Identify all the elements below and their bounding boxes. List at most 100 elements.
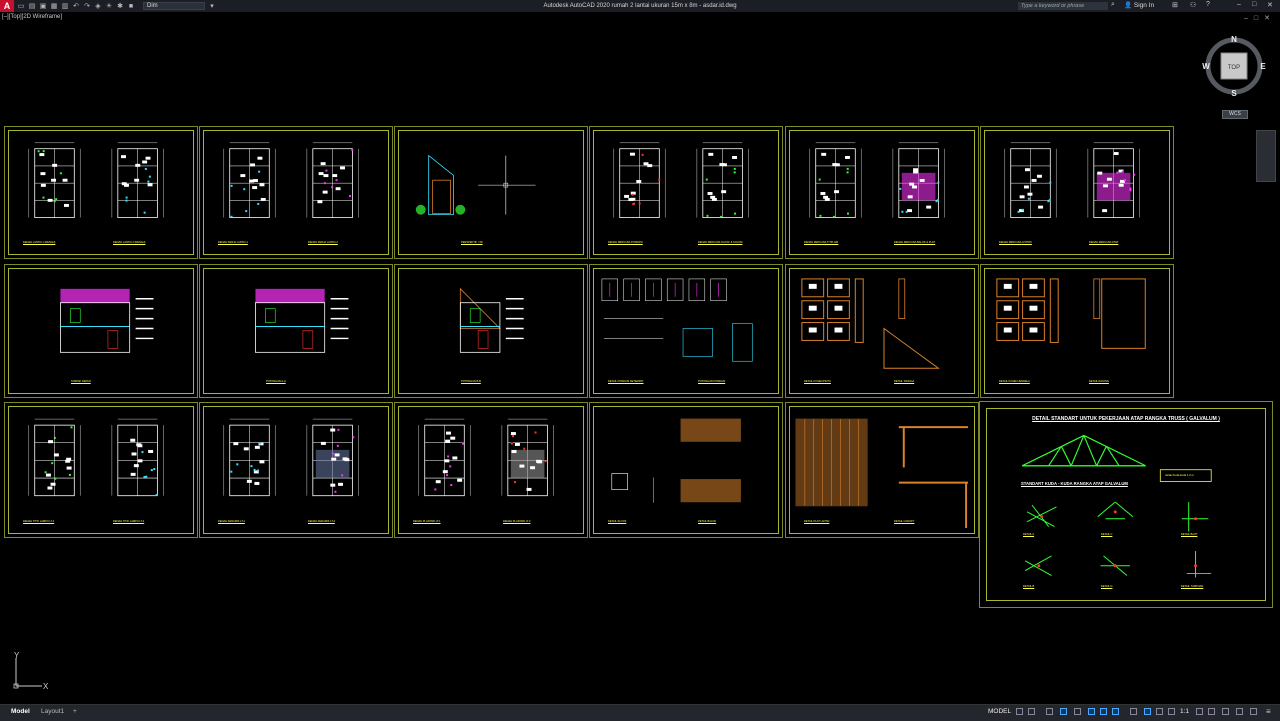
viewcube-face-label[interactable]: TOP <box>1228 65 1240 71</box>
save-as-icon[interactable]: ▦ <box>50 2 58 10</box>
sheet-label: DETAIL PLAT LANTAI <box>804 520 830 523</box>
add-layout-button[interactable]: + <box>70 707 80 716</box>
viewcube[interactable]: TOP N S W E <box>1202 32 1266 96</box>
sheet-label: PERSPEKTIF / 3D <box>461 241 483 244</box>
sheet-drawing <box>223 142 359 218</box>
sheet-frame: DETAIL PONDASI SETEMPAT POTONGAN PONDASI <box>593 268 779 394</box>
open-file-icon[interactable]: ▤ <box>28 2 36 10</box>
quick-properties-icon[interactable] <box>1236 708 1243 715</box>
lineweight-icon[interactable] <box>1112 708 1119 715</box>
app-logo-icon[interactable]: A <box>0 0 14 12</box>
compass-east[interactable]: E <box>1260 62 1266 71</box>
drawing-sheet-s12[interactable]: DETAIL KUSEN JENDELA DETAIL RAILING <box>980 264 1174 398</box>
compass-west[interactable]: W <box>1202 62 1210 71</box>
minimize-icon[interactable]: – <box>1237 1 1241 8</box>
cart-icon[interactable]: ⊞ <box>1172 1 1178 9</box>
compass-north[interactable]: N <box>1231 35 1237 44</box>
drawing-sheet-s1[interactable]: DENAH LANTAI 1 (DENAH) DENAH LANTAI 2 (DE… <box>4 126 198 259</box>
transparency-icon[interactable] <box>1130 708 1137 715</box>
help-icon[interactable]: ? <box>1206 1 1210 8</box>
drawing-sheet-s6[interactable]: DENAH RENCANA LISTRIK DENAH RENCANA ATAP <box>980 126 1174 259</box>
drawing-sheet-s10[interactable]: DETAIL PONDASI SETEMPAT POTONGAN PONDASI <box>589 264 783 398</box>
sheet-truss-detail[interactable]: DETAIL STANDART UNTUK PEKERJAAN ATAP RAN… <box>979 401 1273 608</box>
sheet-label: TAMPAK DEPAN <box>71 380 91 383</box>
new-file-icon[interactable]: ▭ <box>17 2 25 10</box>
plus-icon[interactable] <box>1208 708 1215 715</box>
isodraft-icon[interactable] <box>1074 708 1081 715</box>
workspace-dropdown[interactable]: Dim <box>143 2 205 10</box>
sheet-label: DENAH RENCANA LISTRIK <box>999 241 1032 244</box>
undo-icon[interactable]: ↶ <box>72 2 80 10</box>
sheet-frame: POTONGAN B-B <box>398 268 584 394</box>
sheet-label: POTONGAN B-B <box>461 380 481 383</box>
workspace-switch-icon[interactable] <box>1196 708 1203 715</box>
plot-icon[interactable]: ▥ <box>61 2 69 10</box>
drawing-sheet-s13[interactable]: DENAH TITIK LAMPU LT.1 DENAH TITIK LAMPU … <box>4 402 198 538</box>
chevron-down-icon[interactable]: ▾ <box>208 2 216 10</box>
sign-in-button[interactable]: 👤 Sign In <box>1124 1 1154 9</box>
sheet-frame: POTONGAN A-A <box>203 268 389 394</box>
sheet-frame: DENAH RENCANA LISTRIK DENAH RENCANA ATAP <box>984 130 1170 255</box>
sheet-frame: DETAIL KUSEN JENDELA DETAIL RAILING <box>984 268 1170 394</box>
maximize-icon[interactable]: □ <box>1252 1 1256 8</box>
close-icon[interactable]: ✕ <box>1267 1 1273 9</box>
drawing-sheet-s16[interactable]: DETAIL SLOOF DETAIL BALOK <box>589 402 783 538</box>
auto-scale-icon[interactable] <box>1168 708 1175 715</box>
sheet-label: DENAH LANTAI 2 (DENAH) <box>113 241 146 244</box>
document-window-controls[interactable]: –□✕ <box>1244 14 1276 22</box>
sheet-label: DETAIL BALOK <box>698 520 717 523</box>
share-icon[interactable]: ◈ <box>94 2 102 10</box>
model-space-button[interactable]: MODEL <box>988 708 1011 715</box>
tab-model[interactable]: Model <box>8 707 33 716</box>
detail-label: DETAIL TUMPUAN <box>1181 585 1204 588</box>
search-input[interactable]: Type a keyword or phrase <box>1018 2 1108 10</box>
wcs-menu[interactable]: WCS <box>1222 110 1248 119</box>
drawing-sheet-s4[interactable]: DENAH RENCANA PONDASI DENAH RENCANA SLOOF… <box>589 126 783 259</box>
sheet-drawing <box>60 288 154 353</box>
redo-icon[interactable]: ↷ <box>83 2 91 10</box>
ortho-icon[interactable] <box>1046 708 1053 715</box>
drawing-sheet-s7[interactable]: TAMPAK DEPAN <box>4 264 198 398</box>
drawing-sheet-s9[interactable]: POTONGAN B-B <box>394 264 588 398</box>
drawing-sheet-s15[interactable]: DENAH PLAFOND LT.1 DENAH PLAFOND LT.2 <box>394 402 588 538</box>
drawing-sheet-s8[interactable]: POTONGAN A-A <box>199 264 393 398</box>
user-account-icon[interactable]: ⚇ <box>1190 1 1196 9</box>
sheet-label: DENAH LANTAI 1 (DENAH) <box>23 241 56 244</box>
snap-icon[interactable] <box>1028 708 1035 715</box>
detail-label: DETAIL B <box>1023 585 1035 588</box>
layer-freeze-icon[interactable]: ✱ <box>116 2 124 10</box>
isolate-objects-icon[interactable] <box>1250 708 1257 715</box>
object-snap-tracking-icon[interactable] <box>1088 708 1095 715</box>
sheet-drawing <box>611 418 741 503</box>
drawing-sheet-s5[interactable]: DENAH RENCANA TITIK AIR DENAH RENCANA BAL… <box>785 126 979 259</box>
grid-icon[interactable] <box>1016 708 1023 715</box>
drawing-sheet-s11[interactable]: DETAIL KUSEN PINTU DETAIL TANGGA <box>785 264 979 398</box>
units-icon[interactable] <box>1222 708 1229 715</box>
sheet-label: DETAIL KUSEN JENDELA <box>999 380 1030 383</box>
sheet-drawing <box>801 278 940 369</box>
tab-layout1[interactable]: Layout1 <box>38 707 67 716</box>
sheet-label: DENAH RENCANA BALOK & PLAT <box>894 241 936 244</box>
object-snap-icon[interactable] <box>1100 708 1107 715</box>
sheet-label: DENAH PLAFOND LT.2 <box>503 520 531 523</box>
annotation-visibility-icon[interactable] <box>1156 708 1163 715</box>
customization-menu-icon[interactable]: ≡ <box>1266 707 1271 716</box>
save-icon[interactable]: ▣ <box>39 2 47 10</box>
navigation-bar[interactable] <box>1256 130 1276 182</box>
drawing-sheet-s14[interactable]: DENAH KERAMIK LT.1 DENAH KERAMIK LT.2 <box>199 402 393 538</box>
compass-south[interactable]: S <box>1231 89 1237 96</box>
annotation-scale[interactable]: 1:1 <box>1180 708 1189 715</box>
drawing-sheet-s2[interactable]: DENAH KERJA LANTAI 1 DENAH KERJA LANTAI 2 <box>199 126 393 259</box>
drawing-sheet-s3[interactable]: PERSPEKTIF / 3D <box>394 126 588 259</box>
sheet-drawing <box>795 418 969 528</box>
sheet-label: DETAIL RAILING <box>1089 380 1109 383</box>
light-bulb-icon[interactable]: ☀ <box>105 2 113 10</box>
polar-icon[interactable] <box>1060 708 1067 715</box>
viewport-controls[interactable]: [–][Top][2D Wireframe] <box>2 14 62 20</box>
color-swatch-icon[interactable]: ■ <box>127 2 135 10</box>
search-icon[interactable]: ⌕ <box>1111 1 1115 9</box>
sheet-frame: TAMPAK DEPAN <box>8 268 194 394</box>
selection-cycling-icon[interactable] <box>1144 708 1151 715</box>
drawing-sheet-s17[interactable]: DETAIL PLAT LANTAI DETAIL CANOPY <box>785 402 979 538</box>
title-bar: A ▭ ▤ ▣ ▦ ▥ ↶ ↷ ◈ ☀ ✱ ■ Dim ▾ Autodesk A… <box>0 0 1280 12</box>
